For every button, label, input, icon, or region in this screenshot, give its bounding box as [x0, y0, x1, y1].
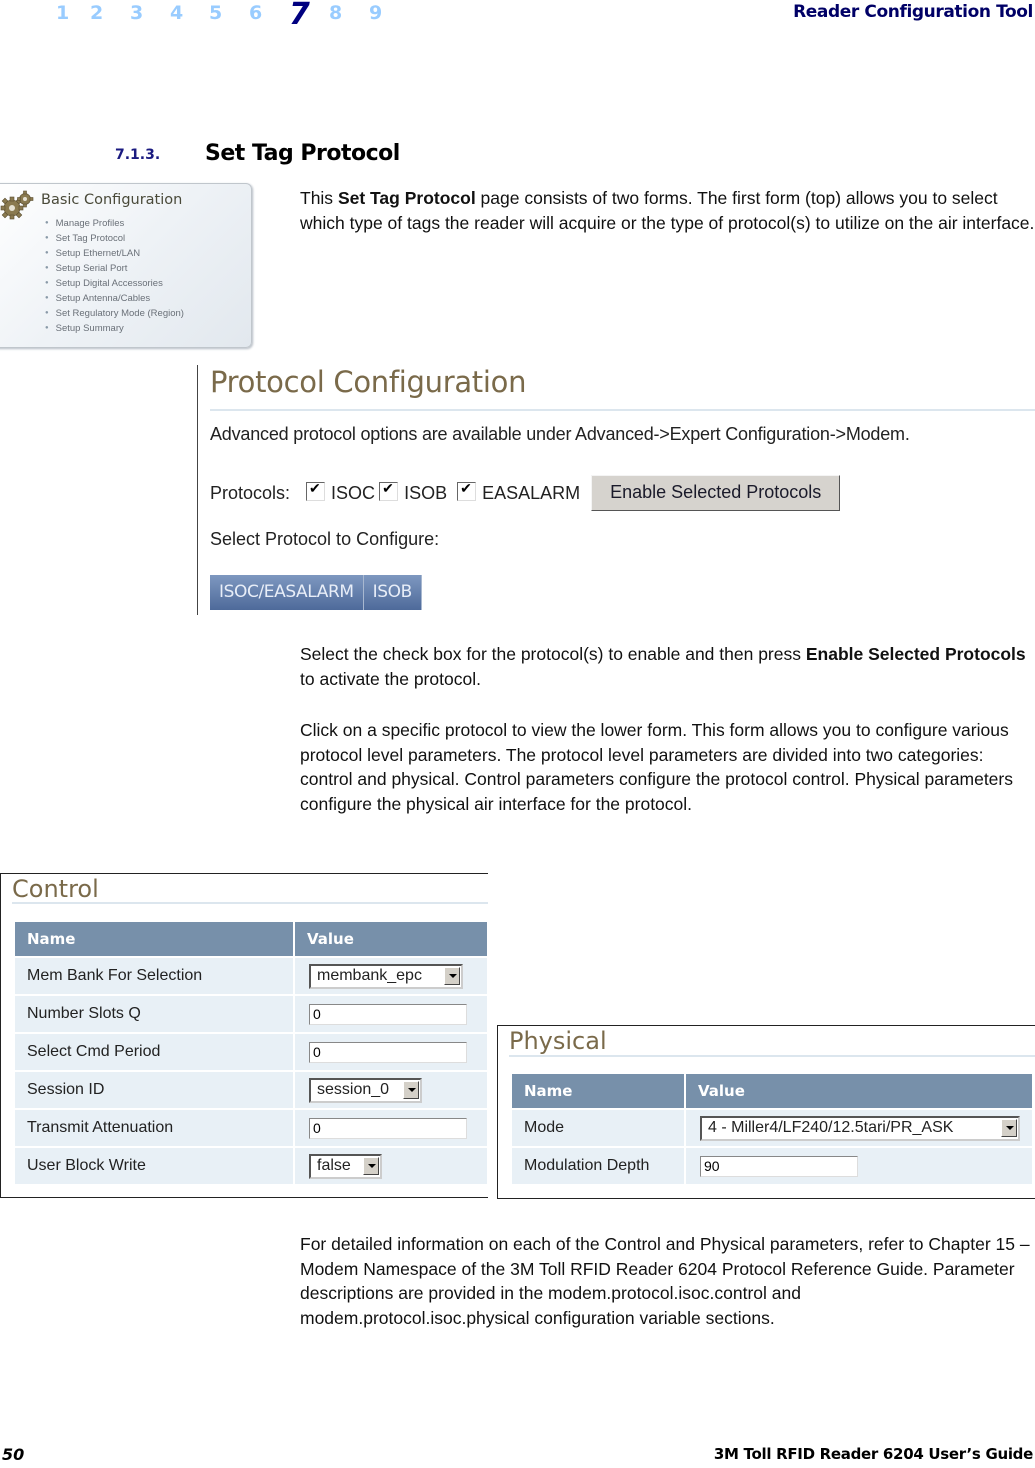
menu-item-setup-serial-port[interactable]: Setup Serial Port [45, 261, 184, 276]
protocols-row: Protocols: ISOC ISOB EASALARM Enable Sel… [210, 475, 841, 511]
session-id-select[interactable]: session_0 [309, 1077, 422, 1103]
chapter-link[interactable]: 3 [130, 2, 143, 24]
table-row: Select Cmd Period [15, 1034, 487, 1070]
chapter-link[interactable]: 5 [209, 2, 222, 24]
enable-selected-protocols-button[interactable]: Enable Selected Protocols [591, 475, 841, 511]
number-slots-q-input[interactable] [309, 1003, 467, 1025]
chapter-link[interactable]: 6 [249, 2, 262, 24]
menu-item-setup-ethernet[interactable]: Setup Ethernet/LAN [45, 246, 184, 261]
table-header-row: Name Value [15, 922, 487, 956]
protocols-label: Protocols: [210, 482, 291, 503]
mem-bank-select[interactable]: membank_epc [309, 963, 463, 989]
checkbox-label: ISOC [331, 482, 376, 503]
protocol-tabs: ISOC/EASALARM ISOB [210, 575, 422, 610]
param-name: User Block Write [15, 1148, 293, 1184]
modulation-depth-input[interactable] [700, 1155, 858, 1177]
select-cmd-period-input[interactable] [309, 1041, 467, 1063]
param-name: Select Cmd Period [15, 1034, 293, 1070]
advanced-note: Advanced protocol options are available … [210, 424, 910, 444]
page-number: 50 [2, 1445, 25, 1464]
tab-isob[interactable]: ISOB [363, 575, 422, 610]
footer-title: 3M Toll RFID Reader 6204 User’s Guide [713, 1445, 1033, 1463]
tab-isoc-easalarm[interactable]: ISOC/EASALARM [210, 575, 364, 610]
protocol-config-form: Protocol Configuration Advanced protocol… [197, 365, 1035, 615]
menu-item-setup-antenna[interactable]: Setup Antenna/Cables [45, 291, 184, 306]
param-name: Number Slots Q [15, 996, 293, 1032]
transmit-attenuation-input[interactable] [309, 1117, 467, 1139]
table-row: Number Slots Q [15, 996, 487, 1032]
chevron-down-icon [444, 967, 460, 985]
intro-paragraph: This Set Tag Protocol page consists of t… [300, 188, 1035, 233]
menu-item-manage-profiles[interactable]: Manage Profiles [45, 216, 184, 231]
column-header-value: Value [686, 1074, 1032, 1108]
control-form: Control Name Value Mem Bank For Selectio… [0, 873, 488, 1198]
title-divider [509, 1055, 1035, 1057]
chapter-link[interactable]: 9 [369, 2, 382, 24]
table-row: Mem Bank For Selection membank_epc [15, 958, 487, 994]
chapter-link[interactable]: 8 [329, 2, 342, 24]
menu-item-set-regulatory-mode[interactable]: Set Regulatory Mode (Region) [45, 306, 184, 321]
table-row: Session ID session_0 [15, 1072, 487, 1108]
table-row: Transmit Attenuation [15, 1110, 487, 1146]
basic-config-title: Basic Configuration [41, 192, 183, 208]
basic-config-menu: Manage Profiles Set Tag Protocol Setup E… [45, 216, 184, 336]
click-paragraph: Click on a specific protocol to view the… [300, 720, 1013, 814]
intro-bold: Set Tag Protocol [337, 188, 476, 208]
title-divider [210, 409, 1035, 411]
menu-item-setup-summary[interactable]: Setup Summary [45, 321, 184, 336]
enable-bold: Enable Selected Protocols [805, 644, 1026, 664]
param-name: Modulation Depth [512, 1148, 684, 1184]
protocol-config-title: Protocol Configuration [210, 365, 527, 399]
section-number: 7.1.3. [115, 147, 161, 163]
menu-item-setup-digital-accessories[interactable]: Setup Digital Accessories [45, 276, 184, 291]
checkbox-easalarm[interactable] [457, 480, 477, 501]
header-title: Reader Configuration Tool [793, 2, 1033, 22]
chapter-link[interactable]: 4 [170, 2, 183, 24]
mode-select[interactable]: 4 - Miller4/LF240/12.5tari/PR_ASK [700, 1115, 1020, 1141]
user-block-write-select[interactable]: false [309, 1153, 382, 1179]
table-row: User Block Write false [15, 1148, 487, 1184]
control-title: Control [12, 875, 99, 903]
column-header-value: Value [295, 922, 487, 956]
gear-icon [0, 190, 34, 220]
param-name: Mode [512, 1110, 684, 1146]
chevron-down-icon [403, 1081, 419, 1099]
basic-config-panel: Basic Configuration Manage Profiles Set … [0, 183, 252, 348]
control-table: Name Value Mem Bank For Selection memban… [13, 920, 489, 1186]
checkbox-label: EASALARM [482, 482, 581, 503]
table-header-row: Name Value [512, 1074, 1032, 1108]
checkbox-isoc[interactable] [306, 480, 326, 501]
section-title: Set Tag Protocol [205, 141, 400, 166]
detail-paragraph: For detailed information on each of the … [300, 1234, 1030, 1328]
chevron-down-icon [1001, 1119, 1017, 1137]
chevron-down-icon [363, 1157, 379, 1175]
table-row: Mode 4 - Miller4/LF240/12.5tari/PR_ASK [512, 1110, 1032, 1146]
param-name: Session ID [15, 1072, 293, 1108]
column-header-name: Name [15, 922, 293, 956]
param-name: Transmit Attenuation [15, 1110, 293, 1146]
chapter-link[interactable]: 2 [90, 2, 103, 24]
enable-paragraph: Select the check box for the protocol(s)… [300, 644, 1026, 689]
physical-title: Physical [509, 1027, 607, 1055]
checkbox-label: ISOB [404, 482, 448, 503]
title-divider [12, 902, 488, 904]
select-protocol-label: Select Protocol to Configure: [210, 529, 440, 549]
table-row: Modulation Depth [512, 1148, 1032, 1184]
chapter-link-current[interactable]: 7 [289, 0, 310, 32]
physical-table: Name Value Mode 4 - Miller4/LF240/12.5ta… [510, 1072, 1034, 1186]
param-name: Mem Bank For Selection [15, 958, 293, 994]
physical-form: Physical Name Value Mode 4 - Miller4/LF2… [497, 1025, 1035, 1199]
chapter-link[interactable]: 1 [56, 2, 69, 24]
checkbox-isob[interactable] [379, 480, 399, 501]
column-header-name: Name [512, 1074, 684, 1108]
menu-item-set-tag-protocol[interactable]: Set Tag Protocol [45, 231, 184, 246]
